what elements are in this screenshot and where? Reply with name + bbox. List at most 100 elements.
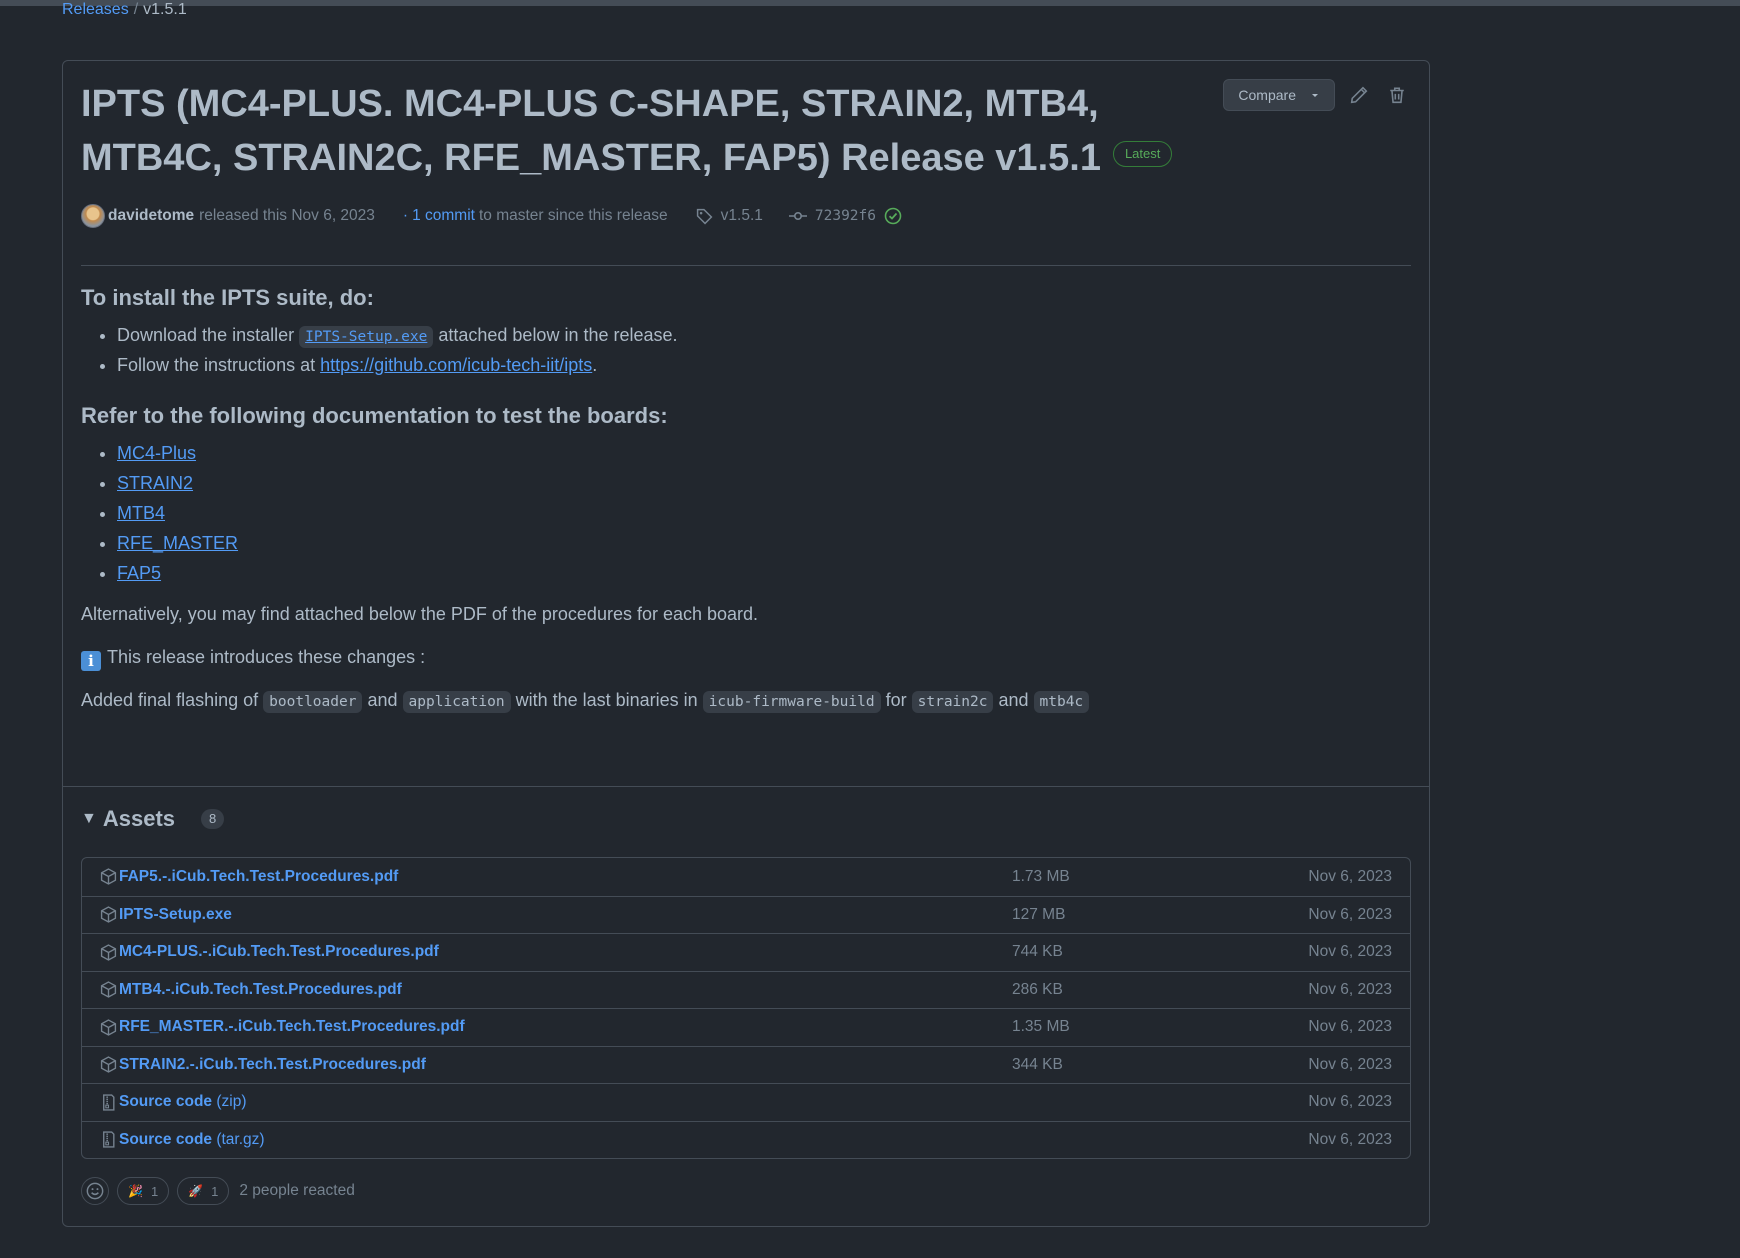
edit-button[interactable] [1345, 81, 1373, 109]
assets-count: 8 [201, 809, 225, 829]
changes-line: Added final flashing of bootloader and a… [81, 687, 1411, 714]
package-icon [100, 1056, 117, 1073]
install-item1-text: Download the installer [117, 325, 295, 345]
delete-button[interactable] [1383, 81, 1411, 109]
asset-size: 127 MB [1012, 905, 1066, 923]
rocket-icon: 🚀 [188, 1184, 204, 1198]
doc-link-mtb4[interactable]: MTB4 [117, 503, 165, 523]
asset-link[interactable]: Source code (tar.gz) [119, 1131, 265, 1149]
asset-row: MTB4.-.iCub.Tech.Test.Procedures.pdf 286… [82, 970, 1410, 1009]
chevron-down-icon [1312, 94, 1318, 97]
doc-link-rfe-master[interactable]: RFE_MASTER [117, 533, 238, 553]
asset-size: 744 KB [1012, 943, 1063, 961]
trash-icon [1390, 87, 1404, 104]
asset-link[interactable]: MC4-PLUS.-.iCub.Tech.Test.Procedures.pdf [119, 943, 439, 961]
changes-text-1: Added final flashing of [81, 690, 259, 710]
asset-size: 286 KB [1012, 980, 1063, 998]
compare-label: Compare [1238, 87, 1296, 103]
list-item: STRAIN2 [117, 470, 1411, 497]
tag-label: v1.5.1 [720, 207, 763, 224]
docs-list: MC4-Plus STRAIN2 MTB4 RFE_MASTER FAP5 [81, 440, 1411, 587]
breadcrumb-releases-link[interactable]: Releases [62, 1, 129, 18]
package-icon [100, 906, 117, 923]
list-item: Follow the instructions at https://githu… [117, 352, 1411, 379]
reaction-tada-button[interactable]: 🎉 1 [117, 1177, 170, 1205]
asset-date: Nov 6, 2023 [1308, 905, 1392, 923]
file-zip-icon [103, 1131, 115, 1148]
doc-link-strain2[interactable]: STRAIN2 [117, 473, 193, 493]
smiley-icon [86, 1182, 104, 1200]
package-icon [100, 981, 117, 998]
list-item: MTB4 [117, 500, 1411, 527]
pencil-icon [1350, 86, 1368, 104]
list-item: MC4-Plus [117, 440, 1411, 467]
changes-text-5: and [998, 690, 1029, 710]
tag-link[interactable]: v1.5.1 [696, 207, 763, 225]
asset-link[interactable]: MTB4.-.iCub.Tech.Test.Procedures.pdf [119, 981, 402, 999]
code-firmware-build: icub-firmware-build [702, 691, 881, 713]
package-icon [100, 944, 117, 961]
changes-text-2: and [367, 690, 398, 710]
package-icon [100, 868, 117, 885]
assets-toggle[interactable]: ▼ Assets 8 [81, 806, 225, 832]
asset-row: STRAIN2.-.iCub.Tech.Test.Procedures.pdf … [82, 1045, 1410, 1084]
release-title: IPTS (MC4-PLUS. MC4-PLUS C-SHAPE, STRAIN… [81, 77, 1221, 185]
asset-link[interactable]: IPTS-Setup.exe [119, 906, 232, 924]
tag-icon [696, 208, 713, 224]
assets-divider [63, 786, 1429, 787]
alternative-text: Alternatively, you may find attached bel… [81, 604, 759, 624]
breadcrumb-separator: / [133, 1, 139, 18]
author-link[interactable]: davidetome [108, 207, 194, 225]
verified-check-icon [884, 207, 902, 225]
docs-heading: Refer to the following documentation to … [81, 403, 668, 428]
code-mtb4c: mtb4c [1033, 691, 1090, 713]
commit-icon [788, 211, 807, 221]
asset-row: IPTS-Setup.exe 127 MB Nov 6, 2023 [82, 895, 1410, 934]
installer-code-link[interactable]: IPTS-Setup.exe [299, 326, 434, 348]
add-reaction-button[interactable] [81, 1177, 109, 1205]
asset-link[interactable]: FAP5.-.iCub.Tech.Test.Procedures.pdf [119, 868, 398, 886]
code-strain2c: strain2c [911, 691, 994, 713]
install-item1-after: attached below in the release. [438, 325, 678, 345]
asset-date: Nov 6, 2023 [1308, 1055, 1392, 1073]
ipts-repo-link[interactable]: https://github.com/icub-tech-iit/ipts [320, 355, 592, 375]
breadcrumb: Releases / v1.5.1 [62, 1, 187, 19]
released-text: released this Nov 6, 2023 [199, 207, 375, 224]
asset-date: Nov 6, 2023 [1308, 1130, 1392, 1148]
reactions-summary: 2 people reacted [239, 1182, 355, 1199]
reactions-bar: 🎉 1 🚀 1 2 people reacted [81, 1177, 355, 1205]
asset-link[interactable]: Source code (zip) [119, 1093, 246, 1111]
tada-icon: 🎉 [128, 1184, 143, 1198]
info-icon: i [81, 651, 101, 671]
asset-link[interactable]: RFE_MASTER.-.iCub.Tech.Test.Procedures.p… [119, 1018, 465, 1036]
asset-date: Nov 6, 2023 [1308, 943, 1392, 961]
changes-text-3: with the last binaries in [515, 690, 698, 710]
install-list: Download the installer IPTS-Setup.exe at… [81, 322, 1411, 379]
asset-date: Nov 6, 2023 [1308, 980, 1392, 998]
rocket-count: 1 [211, 1183, 219, 1199]
changes-text: This release introduces these changes : [107, 647, 426, 667]
asset-row: Source code (zip) Nov 6, 2023 [82, 1083, 1410, 1121]
assets-heading: Assets [102, 806, 175, 831]
list-item: FAP5 [117, 560, 1411, 587]
doc-link-mc4-plus[interactable]: MC4-Plus [117, 443, 196, 463]
list-item: RFE_MASTER [117, 530, 1411, 557]
meta-divider [81, 265, 1411, 266]
asset-link[interactable]: STRAIN2.-.iCub.Tech.Test.Procedures.pdf [119, 1056, 426, 1074]
changes-text-4: for [885, 690, 907, 710]
release-meta: davidetome released this Nov 6, 2023 · 1… [81, 204, 1411, 228]
asset-size: 344 KB [1012, 1055, 1063, 1073]
asset-row: FAP5.-.iCub.Tech.Test.Procedures.pdf 1.7… [82, 858, 1410, 896]
avatar[interactable] [81, 204, 105, 228]
tada-count: 1 [150, 1183, 159, 1199]
compare-button[interactable]: Compare [1223, 79, 1335, 111]
asset-row: Source code (tar.gz) Nov 6, 2023 [82, 1120, 1410, 1159]
commit-link[interactable]: 72392f6 [788, 207, 902, 225]
code-bootloader: bootloader [263, 691, 363, 713]
commits-link[interactable]: 1 commit [412, 207, 475, 225]
asset-date: Nov 6, 2023 [1308, 1093, 1392, 1111]
reaction-rocket-button[interactable]: 🚀 1 [177, 1177, 230, 1205]
doc-link-fap5[interactable]: FAP5 [117, 563, 161, 583]
asset-row: RFE_MASTER.-.iCub.Tech.Test.Procedures.p… [82, 1008, 1410, 1046]
changes-intro: i This release introduces these changes : [81, 644, 1411, 671]
